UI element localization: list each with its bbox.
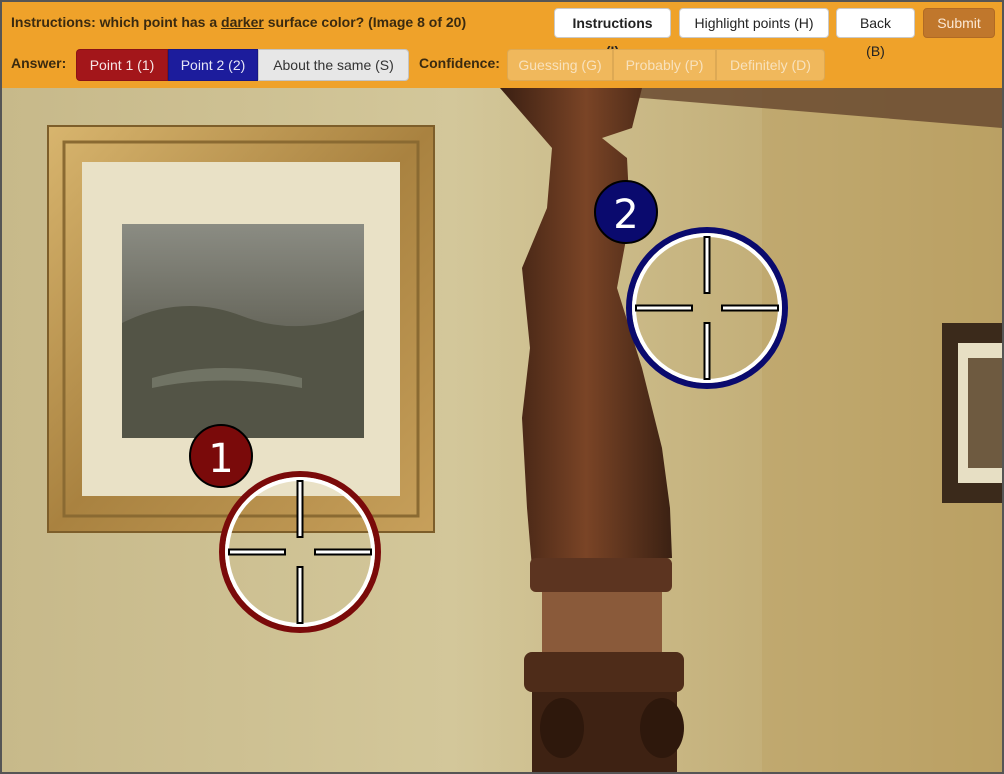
app-frame: Instructions: which point has a darker s… — [0, 0, 1004, 774]
point-2-label: 2 — [613, 192, 638, 238]
instructions-button[interactable]: Instructions (I) — [554, 8, 671, 59]
scene-photo: 1 2 — [2, 88, 1002, 772]
point-1-label: 1 — [208, 436, 233, 482]
submit-button[interactable]: Submit — [923, 8, 995, 38]
confidence-guessing-button[interactable]: Guessing (G) — [507, 49, 613, 81]
confidence-label: Confidence: — [419, 55, 500, 71]
instructions-text: Instructions: which point has a darker s… — [11, 14, 467, 30]
toolbar: Instructions: which point has a darker s… — [2, 2, 1002, 88]
instructions-keyword: darker — [221, 14, 264, 30]
confidence-definitely-button[interactable]: Definitely (D) — [716, 49, 825, 81]
small-frame-right — [942, 323, 1002, 503]
confidence-probably-button[interactable]: Probably (P) — [613, 49, 716, 81]
back-button[interactable]: Back (B) — [836, 8, 915, 59]
answer-point-2-button[interactable]: Point 2 (2) — [168, 49, 258, 81]
highlight-points-button[interactable]: Highlight points (H) — [679, 8, 829, 38]
answer-label: Answer: — [11, 55, 67, 71]
answer-about-same-button[interactable]: About the same (S) — [258, 49, 409, 81]
answer-point-1-button[interactable]: Point 1 (1) — [76, 49, 168, 81]
